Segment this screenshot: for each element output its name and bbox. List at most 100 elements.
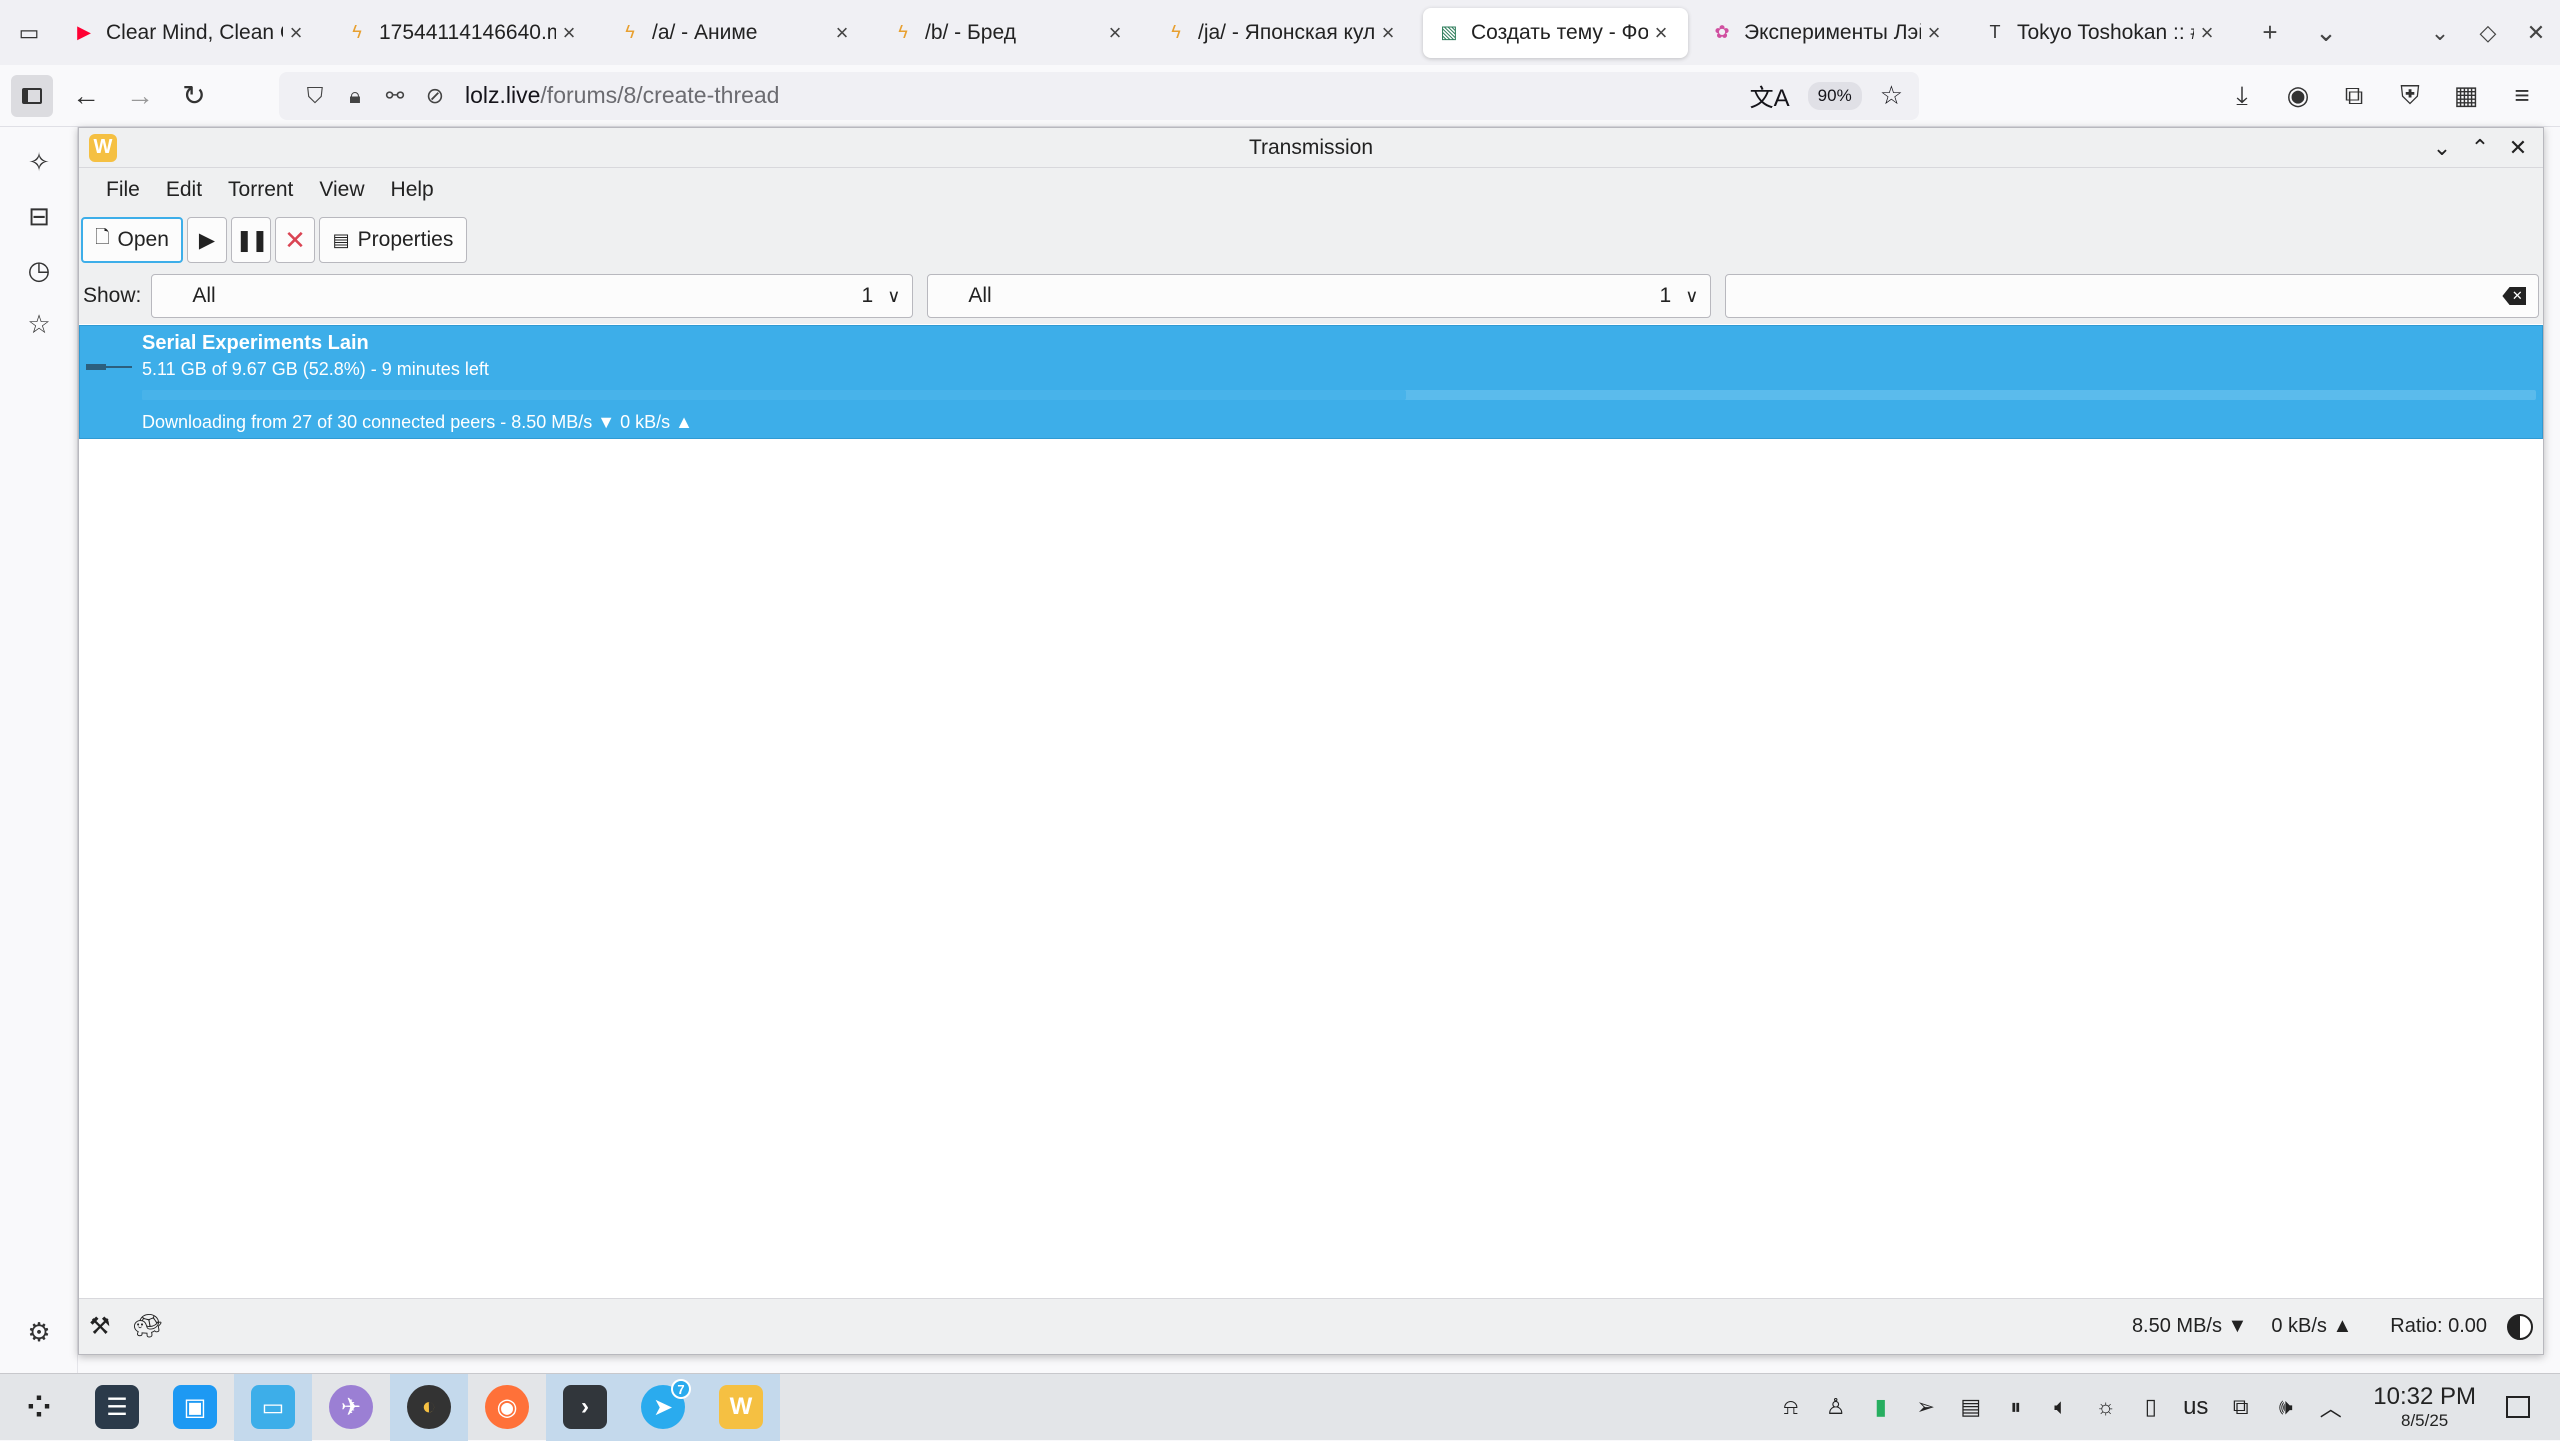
- tab-close-icon[interactable]: ×: [283, 20, 309, 46]
- menu-item-help[interactable]: Help: [378, 178, 447, 202]
- notifications-icon[interactable]: ⍾: [1768, 1394, 1813, 1420]
- keyboard-layout[interactable]: us: [2173, 1393, 2218, 1421]
- permissions-icon[interactable]: ⚯: [375, 83, 415, 109]
- browser-tab[interactable]: ϟ/b/ - Бред ×: [877, 8, 1142, 58]
- zoom-badge[interactable]: 90%: [1807, 81, 1862, 110]
- menu-bar: File Edit Torrent View Help: [79, 168, 2543, 212]
- clock-time: 10:32 PM: [2373, 1383, 2476, 1410]
- clear-search-icon[interactable]: ✕: [2502, 287, 2527, 305]
- ratio-icon[interactable]: [2507, 1313, 2533, 1340]
- chevron-down-icon[interactable]: ⌄: [2298, 8, 2354, 58]
- launcher-icon[interactable]: ⁘: [0, 1374, 78, 1441]
- network-icon[interactable]: ⧉: [2218, 1394, 2263, 1420]
- minimize-icon[interactable]: ⌄: [2416, 20, 2464, 46]
- tab-close-icon[interactable]: ×: [1648, 20, 1674, 46]
- system-settings-icon[interactable]: ☰: [78, 1374, 156, 1441]
- back-icon[interactable]: ←: [59, 69, 113, 123]
- browser-tab[interactable]: ▶ Clear Mind, Clean C ×: [58, 8, 323, 58]
- browser-tab[interactable]: ▧ Создать тему - Фор ×: [1423, 7, 1688, 58]
- clock[interactable]: 10:32 PM 8/5/25: [2373, 1383, 2476, 1431]
- telegram-tray-icon[interactable]: ➢: [1903, 1394, 1948, 1420]
- ratio[interactable]: Ratio: 0.00: [2390, 1315, 2487, 1338]
- menu-item-torrent[interactable]: Torrent: [215, 178, 306, 202]
- reload-icon[interactable]: ↻: [167, 69, 221, 123]
- volume-icon[interactable]: 🔈︎: [2038, 1394, 2083, 1420]
- download-icon[interactable]: ⤓: [2218, 80, 2266, 112]
- ai-chat-icon[interactable]: ✧: [0, 135, 78, 189]
- forward-icon[interactable]: →: [113, 69, 167, 123]
- battery-icon[interactable]: ▯: [2128, 1394, 2173, 1420]
- preferences-icon[interactable]: ⚒: [89, 1312, 111, 1341]
- menu-icon[interactable]: ≡: [2498, 80, 2546, 111]
- settings-gear-icon[interactable]: ⚙: [0, 1305, 78, 1359]
- menu-item-view[interactable]: View: [306, 178, 377, 202]
- menu-item-edit[interactable]: Edit: [153, 178, 215, 202]
- account-icon[interactable]: ◉: [2274, 80, 2322, 111]
- shield-icon[interactable]: ⛉: [295, 83, 335, 109]
- brightness-icon[interactable]: ☼: [2083, 1394, 2128, 1420]
- terminal-icon[interactable]: ›: [546, 1373, 624, 1441]
- activity-filter-combo[interactable]: All 1 ∨: [151, 274, 914, 318]
- tab-close-icon[interactable]: ×: [1921, 20, 1947, 46]
- browser-tab[interactable]: ϟ/a/ - Аниме ×: [604, 8, 869, 58]
- restore-icon[interactable]: ◇: [2464, 20, 2512, 46]
- browser-tab[interactable]: ✿ Эксперименты Лэй ×: [1696, 8, 1961, 58]
- clipboard-icon[interactable]: ▤: [1948, 1394, 1993, 1420]
- app-icon-circle[interactable]: ◐: [390, 1373, 468, 1441]
- open-button[interactable]: 🗋︎ Open: [81, 217, 183, 263]
- show-desktop-icon[interactable]: [2506, 1396, 2530, 1418]
- browser-tab[interactable]: ϟ/ja/ - Японская кульу×: [1150, 8, 1415, 58]
- browser-tab[interactable]: ϟ 17544114146640.m ×: [331, 8, 596, 58]
- tracking-icon[interactable]: ⊘: [415, 83, 455, 109]
- telegram-icon[interactable]: ➤ 7: [624, 1373, 702, 1441]
- close-icon[interactable]: ✕: [2503, 133, 2533, 163]
- tab-close-icon[interactable]: ×: [1102, 20, 1128, 46]
- container-icon[interactable]: ▦: [2442, 80, 2490, 111]
- tab-close-icon[interactable]: ×: [829, 20, 855, 46]
- browser-toolbar-right: ⤓ ◉ ⧉ ⛨ ▦ ≡: [2218, 80, 2560, 112]
- speaker-icon[interactable]: 🕪︎: [2263, 1394, 2308, 1420]
- menu-item-file[interactable]: File: [93, 178, 153, 202]
- discover-icon[interactable]: ▣: [156, 1374, 234, 1441]
- tab-title: Tokyo Toshokan :: #: [2017, 20, 2194, 44]
- tab-close-icon[interactable]: ×: [556, 20, 582, 46]
- tracker-filter-combo[interactable]: All 1 ∨: [927, 274, 1712, 318]
- ublock-icon[interactable]: ⛨: [2386, 80, 2434, 112]
- torrent-list[interactable]: Serial Experiments Lain 5.11 GB of 9.67 …: [79, 325, 2543, 1299]
- history-icon[interactable]: ◷: [0, 243, 78, 297]
- vpn-lock-icon[interactable]: ▮: [1858, 1394, 1903, 1420]
- tab-close-icon[interactable]: ×: [2194, 20, 2220, 46]
- close-icon[interactable]: ✕: [2512, 20, 2560, 46]
- sidebar-toggle-button[interactable]: [11, 74, 53, 117]
- url-bar[interactable]: ⛉ 🔒︎ ⚯ ⊘ lolz.live/forums/8/create-threa…: [279, 71, 1919, 120]
- tray-expand-icon[interactable]: ︿: [2308, 1391, 2353, 1423]
- lock-icon[interactable]: 🔒︎: [335, 83, 375, 109]
- bookmark-star-icon[interactable]: ☆: [1880, 80, 1903, 111]
- transmission-app-icon[interactable]: W: [89, 133, 117, 162]
- transmission-titlebar[interactable]: W Transmission ⌄ ⌃ ✕: [79, 128, 2543, 168]
- browser-tab[interactable]: T Tokyo Toshokan :: # ×: [1969, 8, 2234, 58]
- media-pause-icon[interactable]: ⏸: [1993, 1394, 2038, 1420]
- search-input[interactable]: ✕: [1725, 274, 2540, 318]
- properties-button[interactable]: ▤ Properties: [319, 217, 467, 263]
- remove-button[interactable]: ✕: [275, 217, 315, 263]
- extensions-icon[interactable]: ⧉: [2330, 80, 2378, 112]
- url-text[interactable]: lolz.live/forums/8/create-thread: [465, 82, 779, 109]
- turtle-icon[interactable]: 🐢︎: [133, 1312, 163, 1341]
- tab-list-icon[interactable]: ▭: [0, 0, 58, 65]
- torrent-row[interactable]: Serial Experiments Lain 5.11 GB of 9.67 …: [79, 325, 2543, 439]
- file-manager-icon[interactable]: ▭: [234, 1373, 312, 1441]
- synced-tabs-icon[interactable]: ⊟: [0, 189, 78, 243]
- new-tab-icon[interactable]: +: [2242, 8, 2298, 58]
- bookmarks-icon[interactable]: ☆: [0, 297, 78, 351]
- user-icon[interactable]: ♙: [1813, 1394, 1858, 1420]
- translate-icon[interactable]: 文A: [1750, 78, 1790, 113]
- start-button[interactable]: ▶: [187, 217, 227, 263]
- pause-button[interactable]: ❚❚: [231, 217, 271, 263]
- transmission-task-icon[interactable]: W: [702, 1373, 780, 1441]
- minimize-icon[interactable]: ⌄: [2427, 133, 2457, 163]
- app-icon-bird[interactable]: ✈: [312, 1374, 390, 1441]
- firefox-icon[interactable]: ◉: [468, 1374, 546, 1441]
- maximize-icon[interactable]: ⌃: [2465, 133, 2495, 163]
- tab-close-icon[interactable]: ×: [1375, 20, 1401, 46]
